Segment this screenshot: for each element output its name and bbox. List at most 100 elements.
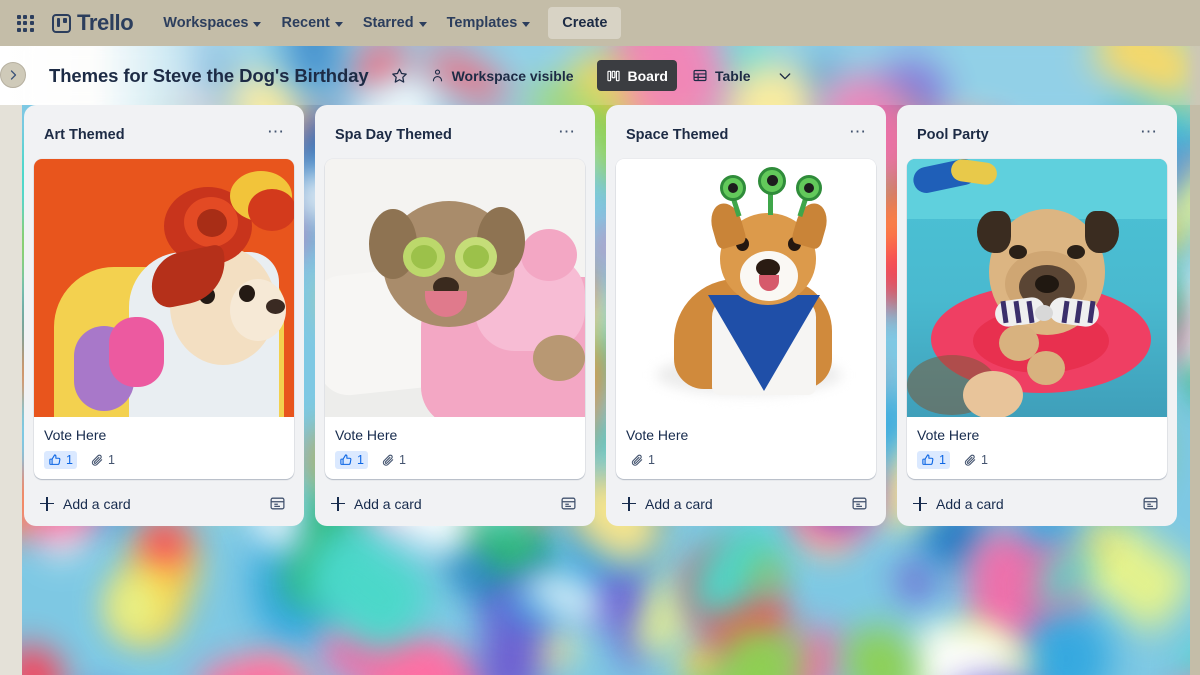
thumbs-up-icon — [48, 453, 62, 467]
attachments-badge[interactable]: 1 — [959, 451, 992, 469]
nav-item-templates[interactable]: Templates — [437, 7, 541, 39]
card-badges: 11 — [44, 451, 284, 469]
votes-badge[interactable]: 1 — [335, 451, 368, 469]
view-switcher-more-icon[interactable] — [770, 60, 801, 91]
view-switcher-table[interactable]: Table — [683, 60, 760, 91]
add-card-button[interactable]: Add a card — [622, 496, 713, 512]
add-card-row[interactable]: Add a card — [905, 485, 1169, 522]
attachments-badge[interactable]: 1 — [377, 451, 410, 469]
add-card-label: Add a card — [936, 495, 1004, 512]
plus-icon — [40, 496, 54, 511]
paperclip-icon — [630, 453, 644, 467]
add-card-button[interactable]: Add a card — [40, 496, 131, 512]
add-card-button[interactable]: Add a card — [331, 496, 422, 512]
add-card-row[interactable]: Add a card — [32, 485, 296, 522]
list-title[interactable]: Pool Party — [913, 125, 993, 145]
card[interactable]: Vote Here 1 1 — [325, 159, 585, 479]
chevron-down-icon — [334, 21, 343, 27]
card-title: Vote Here — [917, 427, 980, 443]
add-card-label: Add a card — [63, 495, 131, 512]
votes-badge[interactable]: 1 — [917, 451, 950, 469]
card[interactable]: Vote Here 1 1 — [907, 159, 1167, 479]
attachments-badge-count: 1 — [648, 453, 655, 467]
card-template-icon[interactable] — [560, 495, 577, 512]
top-navigation-bar: Trello Workspaces Recent Starred Templat… — [0, 0, 1200, 46]
chihuahua-flower-crown-photo — [34, 159, 294, 417]
chevron-down-icon — [522, 21, 531, 27]
card-title: Vote Here — [626, 427, 689, 443]
table-view-icon — [692, 68, 708, 83]
star-outline-icon[interactable] — [384, 60, 415, 91]
card-template-icon[interactable] — [851, 495, 868, 512]
brand-name: Trello — [77, 10, 134, 35]
board-view-icon — [606, 69, 621, 83]
list-title[interactable]: Space Themed — [622, 125, 732, 145]
attachments-badge-count: 1 — [107, 453, 115, 467]
card-title: Vote Here — [335, 427, 398, 443]
card[interactable]: Vote Here 1 1 — [34, 159, 294, 479]
paperclip-icon — [381, 453, 395, 467]
votes-badge[interactable]: 1 — [44, 451, 77, 469]
attachments-badge-count: 1 — [398, 453, 406, 467]
view-table-label: Table — [714, 67, 751, 84]
list-title[interactable]: Spa Day Themed — [331, 125, 456, 145]
create-button[interactable]: Create — [548, 7, 622, 39]
view-switcher-board[interactable]: Board — [596, 60, 677, 91]
list-art-themed: Art Themed ⋯ Vote Here 1 1 Add a card — [24, 105, 304, 526]
card-title: Vote Here — [44, 427, 107, 443]
list-spa-day-themed: Spa Day Themed ⋯ Vote Here 1 1 Add a card — [315, 105, 595, 526]
card-body: Vote Here 1 1 — [907, 417, 1167, 479]
nav-starred-label: Starred — [362, 15, 414, 31]
list-header: Pool Party ⋯ — [905, 113, 1169, 159]
nav-item-recent[interactable]: Recent — [271, 7, 352, 39]
workspace-visible-label: Workspace visible — [451, 67, 574, 84]
add-card-row[interactable]: Add a card — [614, 485, 878, 522]
votes-badge-count: 1 — [939, 453, 946, 467]
board-title[interactable]: Themes for Steve the Dog's Birthday — [44, 62, 374, 90]
list-title[interactable]: Art Themed — [40, 125, 129, 145]
board-header: Themes for Steve the Dog's Birthday Work… — [22, 46, 1200, 105]
attachments-badge-count: 1 — [980, 453, 988, 467]
list-actions-icon[interactable]: ⋯ — [262, 121, 290, 149]
yorkie-cucumber-spa-photo — [325, 159, 585, 417]
card-badges: 1 — [626, 451, 866, 469]
list-actions-icon[interactable]: ⋯ — [1135, 121, 1163, 149]
votes-badge-count: 1 — [66, 453, 73, 467]
trello-home-logo[interactable]: Trello — [46, 8, 139, 38]
card-body: Vote Here 1 1 — [34, 417, 294, 479]
plus-icon — [913, 496, 927, 511]
card-template-icon[interactable] — [1142, 495, 1159, 512]
attachments-badge[interactable]: 1 — [626, 451, 659, 469]
trello-logo-icon — [52, 13, 71, 33]
card[interactable]: Vote Here 1 — [616, 159, 876, 479]
app-grid-icon[interactable] — [10, 8, 40, 38]
workspace-visible-icon — [430, 68, 445, 83]
list-pool-party: Pool Party ⋯ Vote Here 1 1 Add a card — [897, 105, 1177, 526]
list-actions-icon[interactable]: ⋯ — [844, 121, 872, 149]
list-header: Art Themed ⋯ — [32, 113, 296, 159]
list-actions-icon[interactable]: ⋯ — [553, 121, 581, 149]
nav-item-starred[interactable]: Starred — [353, 7, 437, 39]
nav-templates-label: Templates — [446, 15, 518, 31]
attachments-badge[interactable]: 1 — [86, 451, 119, 469]
add-card-button[interactable]: Add a card — [913, 496, 1004, 512]
card-template-icon[interactable] — [269, 495, 286, 512]
list-cards: Vote Here 1 1 — [32, 159, 296, 479]
list-cards: Vote Here 1 — [614, 159, 878, 479]
card-body: Vote Here 1 — [616, 417, 876, 479]
add-card-row[interactable]: Add a card — [323, 485, 587, 522]
add-card-label: Add a card — [354, 495, 422, 512]
list-space-themed: Space Themed ⋯ Vote Here 1 Add a card — [606, 105, 886, 526]
sidebar-expand-button[interactable] — [0, 62, 26, 88]
workspace-visibility-button[interactable]: Workspace visible — [421, 60, 583, 91]
card-body: Vote Here 1 1 — [325, 417, 585, 479]
collapsed-sidebar — [0, 46, 22, 675]
paperclip-icon — [963, 453, 977, 467]
nav-item-workspaces[interactable]: Workspaces — [153, 7, 271, 39]
chevron-down-icon — [253, 21, 262, 27]
nav-workspaces-label: Workspaces — [163, 15, 249, 31]
board-lists-container: Art Themed ⋯ Vote Here 1 1 Add a card Spa Day … — [24, 105, 1177, 526]
view-board-label: Board — [627, 67, 668, 84]
list-cards: Vote Here 1 1 — [323, 159, 587, 479]
votes-badge-count: 1 — [357, 453, 364, 467]
